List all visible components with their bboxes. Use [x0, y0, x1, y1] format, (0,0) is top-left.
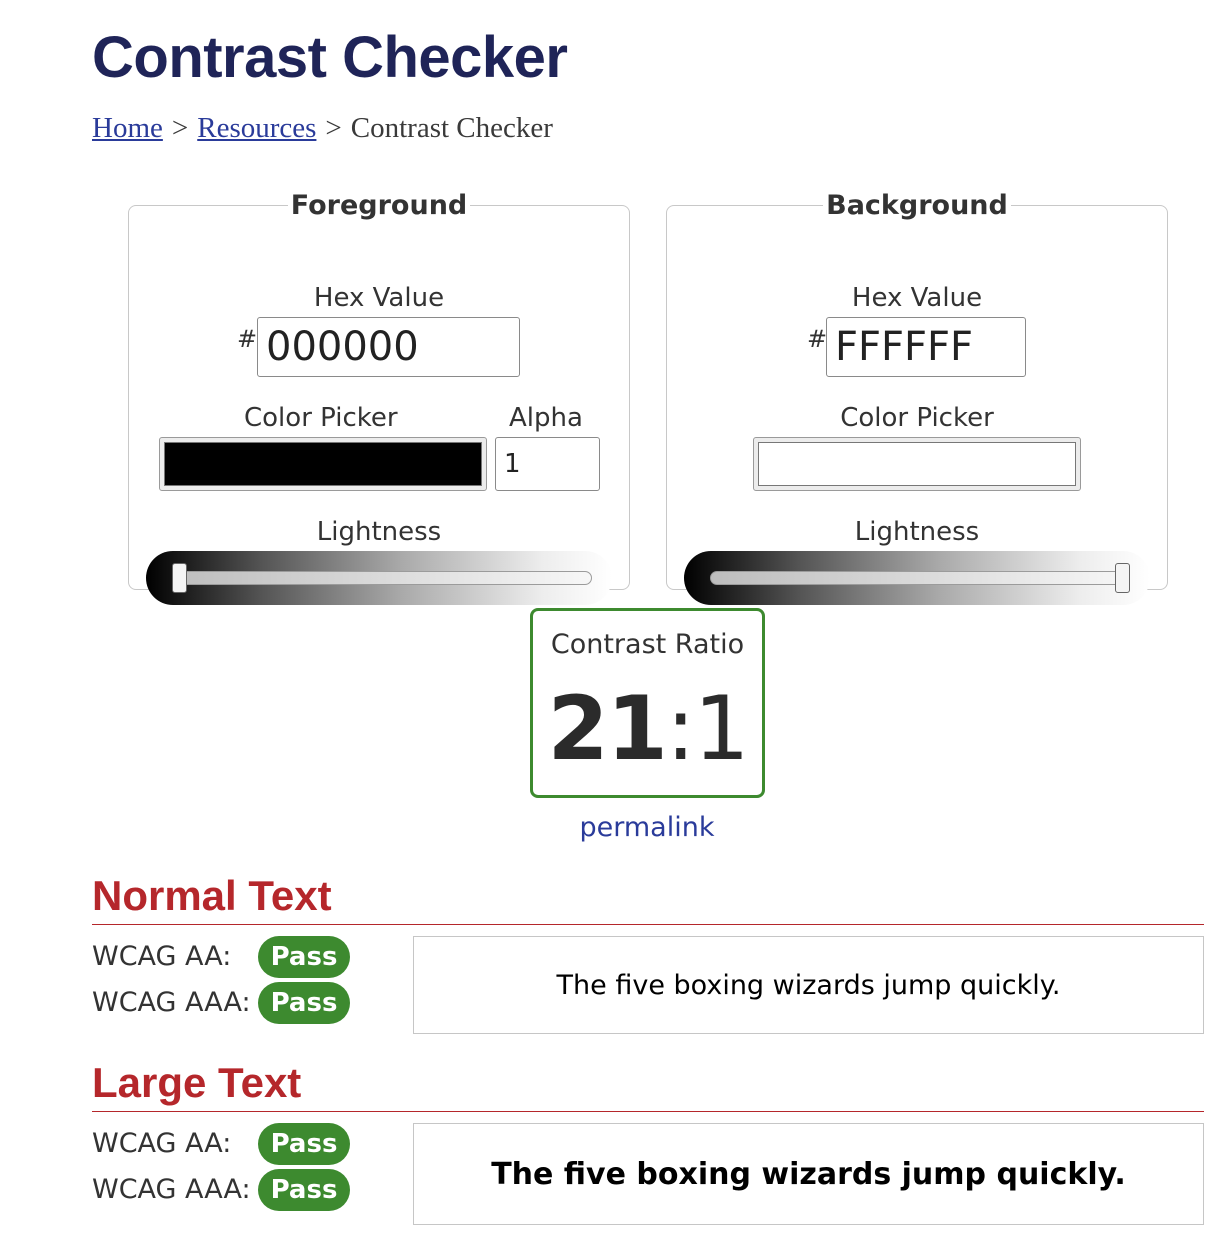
background-hex-input[interactable]	[826, 317, 1026, 377]
foreground-slider-thumb[interactable]	[172, 563, 187, 593]
normal-text-sample: The five boxing wizards jump quickly.	[413, 936, 1204, 1034]
contrast-ratio-value: 21:1	[533, 677, 762, 780]
contrast-ratio-box: Contrast Ratio 21:1	[530, 608, 765, 798]
contrast-ratio-major: 21	[547, 677, 667, 780]
large-text-sample: The five boxing wizards jump quickly.	[413, 1123, 1204, 1225]
foreground-hex-label: Hex Value	[313, 283, 445, 313]
normal-text-divider	[92, 924, 1204, 925]
breadcrumb: Home > Resources > Contrast Checker	[92, 112, 553, 145]
normal-wcag-aaa-label: WCAG AAA:	[92, 987, 251, 1018]
large-text-heading: Large Text	[92, 1059, 302, 1106]
foreground-alpha-input[interactable]	[495, 437, 600, 491]
large-wcag-aa-badge: Pass	[258, 1123, 350, 1165]
foreground-panel: Foreground Hex Value # Color Picker Alph…	[128, 190, 630, 605]
foreground-color-picker[interactable]	[159, 437, 487, 491]
breadcrumb-resources-link[interactable]: Resources	[197, 112, 316, 144]
background-legend: Background	[826, 190, 1008, 221]
contrast-ratio-separator: :	[665, 677, 696, 780]
contrast-checker-page: Contrast Checker Home > Resources > Contrast…	[0, 0, 1228, 1252]
background-lightness-label: Lightness	[854, 517, 980, 547]
background-panel: Background Hex Value # Color Picker Ligh…	[666, 190, 1168, 605]
large-wcag-aaa-label: WCAG AAA:	[92, 1174, 251, 1205]
contrast-ratio-label: Contrast Ratio	[550, 629, 745, 660]
foreground-hex-input[interactable]	[257, 317, 520, 377]
foreground-lightness-label: Lightness	[316, 517, 442, 547]
background-color-picker[interactable]	[753, 437, 1081, 491]
foreground-slider-track	[172, 571, 592, 585]
contrast-ratio-minor: 1	[693, 677, 750, 780]
background-slider-thumb[interactable]	[1115, 563, 1130, 593]
background-hex-label: Hex Value	[851, 283, 983, 313]
background-hash-symbol: #	[807, 325, 828, 353]
foreground-legend: Foreground	[290, 190, 468, 221]
foreground-color-swatch	[164, 442, 482, 486]
foreground-color-picker-label: Color Picker	[244, 403, 398, 433]
page-title: Contrast Checker	[92, 25, 568, 90]
normal-wcag-aaa-badge: Pass	[258, 982, 350, 1024]
foreground-hash-symbol: #	[237, 325, 258, 353]
background-lightness-slider[interactable]	[684, 551, 1150, 605]
breadcrumb-home-link[interactable]: Home	[92, 112, 163, 144]
permalink-row: permalink	[0, 812, 1228, 843]
normal-text-heading: Normal Text	[92, 872, 332, 919]
breadcrumb-current: Contrast Checker	[350, 112, 553, 144]
large-text-divider	[92, 1111, 1204, 1112]
large-wcag-aaa-badge: Pass	[258, 1169, 350, 1211]
normal-wcag-aa-label: WCAG AA:	[92, 941, 232, 972]
normal-wcag-aa-badge: Pass	[258, 936, 350, 978]
large-wcag-aa-label: WCAG AA:	[92, 1128, 232, 1159]
background-color-swatch	[758, 442, 1076, 486]
breadcrumb-separator: >	[325, 112, 342, 144]
background-slider-track	[710, 571, 1130, 585]
foreground-alpha-label: Alpha	[509, 403, 583, 433]
permalink-link[interactable]: permalink	[580, 812, 715, 843]
background-color-picker-label: Color Picker	[840, 403, 994, 433]
breadcrumb-separator: >	[171, 112, 189, 144]
foreground-lightness-slider[interactable]	[146, 551, 612, 605]
